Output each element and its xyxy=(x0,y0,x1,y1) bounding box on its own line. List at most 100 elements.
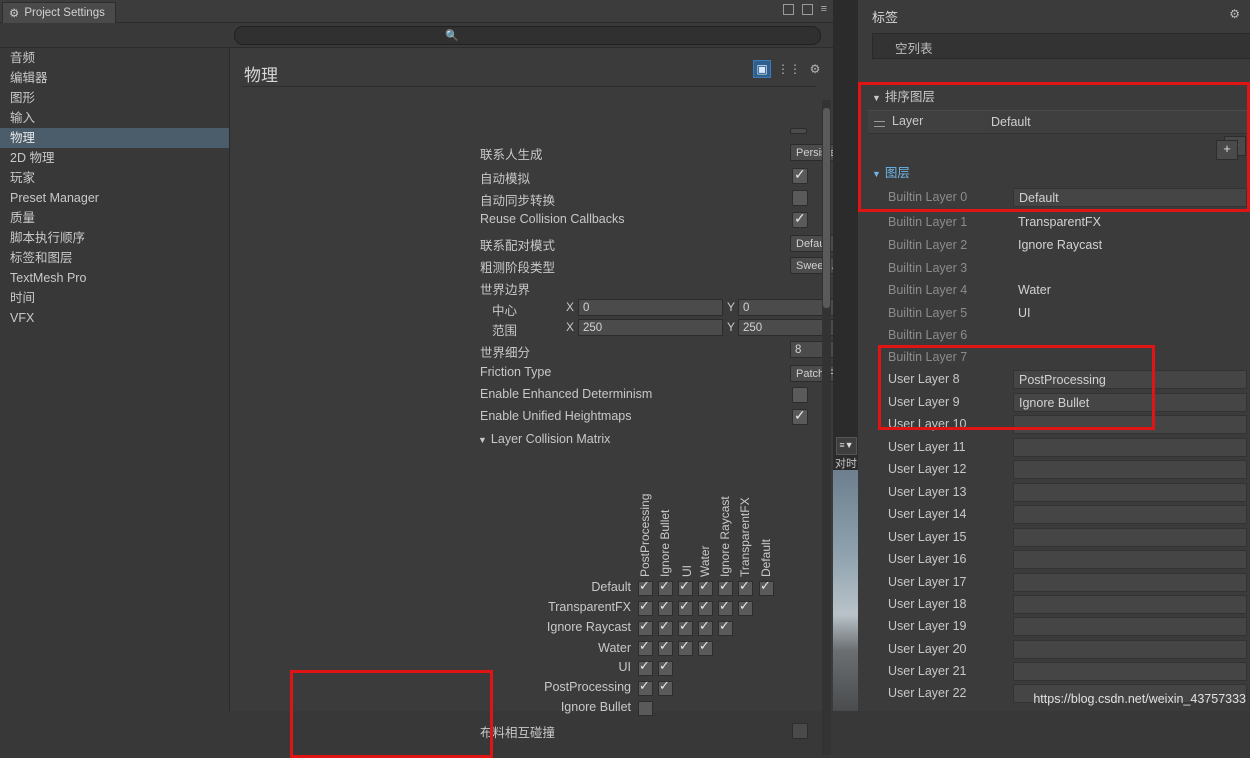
sorting-layer-value[interactable]: Default xyxy=(986,113,1248,132)
layer-row-user-19[interactable]: User Layer 19 xyxy=(858,617,1250,639)
matrix-cell[interactable] xyxy=(698,598,713,616)
search-input[interactable]: 🔍 xyxy=(234,26,821,45)
matrix-cell[interactable] xyxy=(658,638,673,656)
auto-simulation-checkbox[interactable] xyxy=(792,166,808,184)
layer-row-user-17[interactable]: User Layer 17 xyxy=(858,573,1250,595)
layer-value[interactable] xyxy=(1013,662,1247,681)
matrix-cell[interactable] xyxy=(658,618,673,636)
matrix-cell[interactable] xyxy=(638,701,653,716)
sidebar-item-quality[interactable]: 质量 xyxy=(0,208,229,228)
layer-row-user-20[interactable]: User Layer 20 xyxy=(858,640,1250,662)
sidebar-item-input[interactable]: 输入 xyxy=(0,108,229,128)
matrix-cell[interactable] xyxy=(678,638,693,656)
matrix-cell[interactable] xyxy=(638,598,653,616)
layer-value[interactable] xyxy=(1013,505,1247,524)
scrollbar-thumb[interactable] xyxy=(823,108,830,308)
matrix-cell[interactable] xyxy=(678,618,693,636)
extent-x-input[interactable]: 250 xyxy=(578,319,723,336)
cloth-inter-collision-checkbox[interactable] xyxy=(792,723,808,739)
tab-project-settings[interactable]: ⚙ Project Settings xyxy=(2,2,116,23)
sidebar-item-editor[interactable]: 编辑器 xyxy=(0,68,229,88)
reuse-collision-callbacks-checkbox[interactable] xyxy=(792,210,808,228)
gear-icon[interactable]: ⚙ xyxy=(1229,7,1240,21)
matrix-cell[interactable] xyxy=(678,578,693,596)
matrix-cell[interactable] xyxy=(678,598,693,616)
sidebar-item-textmesh-pro[interactable]: TextMesh Pro xyxy=(0,268,229,288)
layer-row-user-16[interactable]: User Layer 16 xyxy=(858,550,1250,572)
matrix-cell[interactable] xyxy=(738,598,753,616)
sidebar-item-preset-manager[interactable]: Preset Manager xyxy=(0,188,229,208)
layer-value[interactable] xyxy=(1013,573,1247,592)
layer-value[interactable] xyxy=(1013,528,1247,547)
layer-value[interactable] xyxy=(1013,460,1247,479)
sidebar-item-physics2d[interactable]: 2D 物理 xyxy=(0,148,229,168)
matrix-cell[interactable] xyxy=(698,578,713,596)
layer-value[interactable] xyxy=(1013,483,1247,502)
matrix-cell[interactable] xyxy=(638,578,653,596)
sidebar-item-audio[interactable]: 音频 xyxy=(0,48,229,68)
sidebar-item-graphics[interactable]: 图形 xyxy=(0,88,229,108)
layer-row-user-10[interactable]: User Layer 10 xyxy=(858,415,1250,437)
layer-row-user-18[interactable]: User Layer 18 xyxy=(858,595,1250,617)
content-scrollbar[interactable] xyxy=(822,100,831,755)
layer-value[interactable] xyxy=(1013,550,1247,569)
layer-row-builtin-3[interactable]: Builtin Layer 3 xyxy=(858,259,1250,281)
matrix-cell[interactable] xyxy=(698,618,713,636)
matrix-cell[interactable] xyxy=(738,578,753,596)
layer-row-builtin-0[interactable]: Builtin Layer 0 Default xyxy=(858,188,1250,210)
layer-row-user-9[interactable]: User Layer 9 Ignore Bullet xyxy=(858,393,1250,415)
matrix-cell[interactable] xyxy=(658,598,673,616)
layer-value[interactable] xyxy=(1013,438,1247,457)
layer-row-user-14[interactable]: User Layer 14 xyxy=(858,505,1250,527)
sidebar-item-tags-and-layers[interactable]: 标签和图层 xyxy=(0,248,229,268)
matrix-cell[interactable] xyxy=(638,658,653,676)
matrix-cell[interactable] xyxy=(638,618,653,636)
layer-row-user-12[interactable]: User Layer 12 xyxy=(858,460,1250,482)
layer-value[interactable] xyxy=(1013,595,1247,614)
maximize-icon[interactable] xyxy=(801,3,813,15)
layer-value[interactable] xyxy=(1013,415,1247,434)
sidebar-item-vfx[interactable]: VFX xyxy=(0,308,229,328)
matrix-cell[interactable] xyxy=(658,578,673,596)
layer-row-builtin-4[interactable]: Builtin Layer 4 Water xyxy=(858,281,1250,303)
sidebar-item-time[interactable]: 时间 xyxy=(0,288,229,308)
sidebar-item-script-execution-order[interactable]: 脚本执行顺序 xyxy=(0,228,229,248)
layer-row-user-15[interactable]: User Layer 15 xyxy=(858,528,1250,550)
sidebar-item-physics[interactable]: 物理 xyxy=(0,128,229,148)
layer-row-user-8[interactable]: User Layer 8 PostProcessing xyxy=(858,370,1250,392)
matrix-cell[interactable] xyxy=(638,678,653,696)
unified-heightmaps-checkbox[interactable] xyxy=(792,407,808,425)
menu-icon[interactable]: ≡ xyxy=(821,3,827,15)
layers-foldout[interactable]: ▼ 图层 xyxy=(872,162,910,181)
auto-sync-transforms-checkbox[interactable] xyxy=(792,190,808,206)
layer-row-builtin-1[interactable]: Builtin Layer 1 TransparentFX xyxy=(858,213,1250,235)
matrix-cell[interactable] xyxy=(759,578,774,596)
gear-icon[interactable]: ⚙ xyxy=(807,61,823,77)
layer-row-builtin-6[interactable]: Builtin Layer 6 xyxy=(858,326,1250,348)
matrix-cell[interactable] xyxy=(718,598,733,616)
layer-value[interactable] xyxy=(1013,640,1247,659)
preset-icon[interactable]: ▣ xyxy=(753,60,771,78)
sidebar-item-player[interactable]: 玩家 xyxy=(0,168,229,188)
drag-handle-icon[interactable] xyxy=(874,116,888,130)
matrix-cell[interactable] xyxy=(718,578,733,596)
matrix-cell[interactable] xyxy=(658,678,673,696)
layer-row-user-11[interactable]: User Layer 11 xyxy=(858,438,1250,460)
layer-value[interactable] xyxy=(1013,617,1247,636)
list-icon[interactable]: ≡▼ xyxy=(836,437,857,455)
layer-row-builtin-7[interactable]: Builtin Layer 7 xyxy=(858,348,1250,370)
sorting-layers-foldout[interactable]: ▼ 排序图层 xyxy=(872,86,935,105)
matrix-cell[interactable] xyxy=(718,618,733,636)
enhanced-determinism-checkbox[interactable] xyxy=(792,387,808,403)
layer-row-user-13[interactable]: User Layer 13 xyxy=(858,483,1250,505)
layer-row-builtin-5[interactable]: Builtin Layer 5 UI xyxy=(858,304,1250,326)
matrix-cell[interactable] xyxy=(638,638,653,656)
layer-row-builtin-2[interactable]: Builtin Layer 2 Ignore Raycast xyxy=(858,236,1250,258)
matrix-cell[interactable] xyxy=(658,658,673,676)
sliders-icon[interactable]: ⋮⋮ xyxy=(777,61,801,77)
matrix-cell[interactable] xyxy=(698,638,713,656)
add-layer-plus-button[interactable]: + xyxy=(1216,140,1238,160)
layer-collision-matrix-foldout[interactable]: ▼ Layer Collision Matrix xyxy=(478,432,610,446)
center-x-input[interactable]: 0 xyxy=(578,299,723,316)
layer-value[interactable]: Ignore Bullet xyxy=(1013,393,1247,412)
